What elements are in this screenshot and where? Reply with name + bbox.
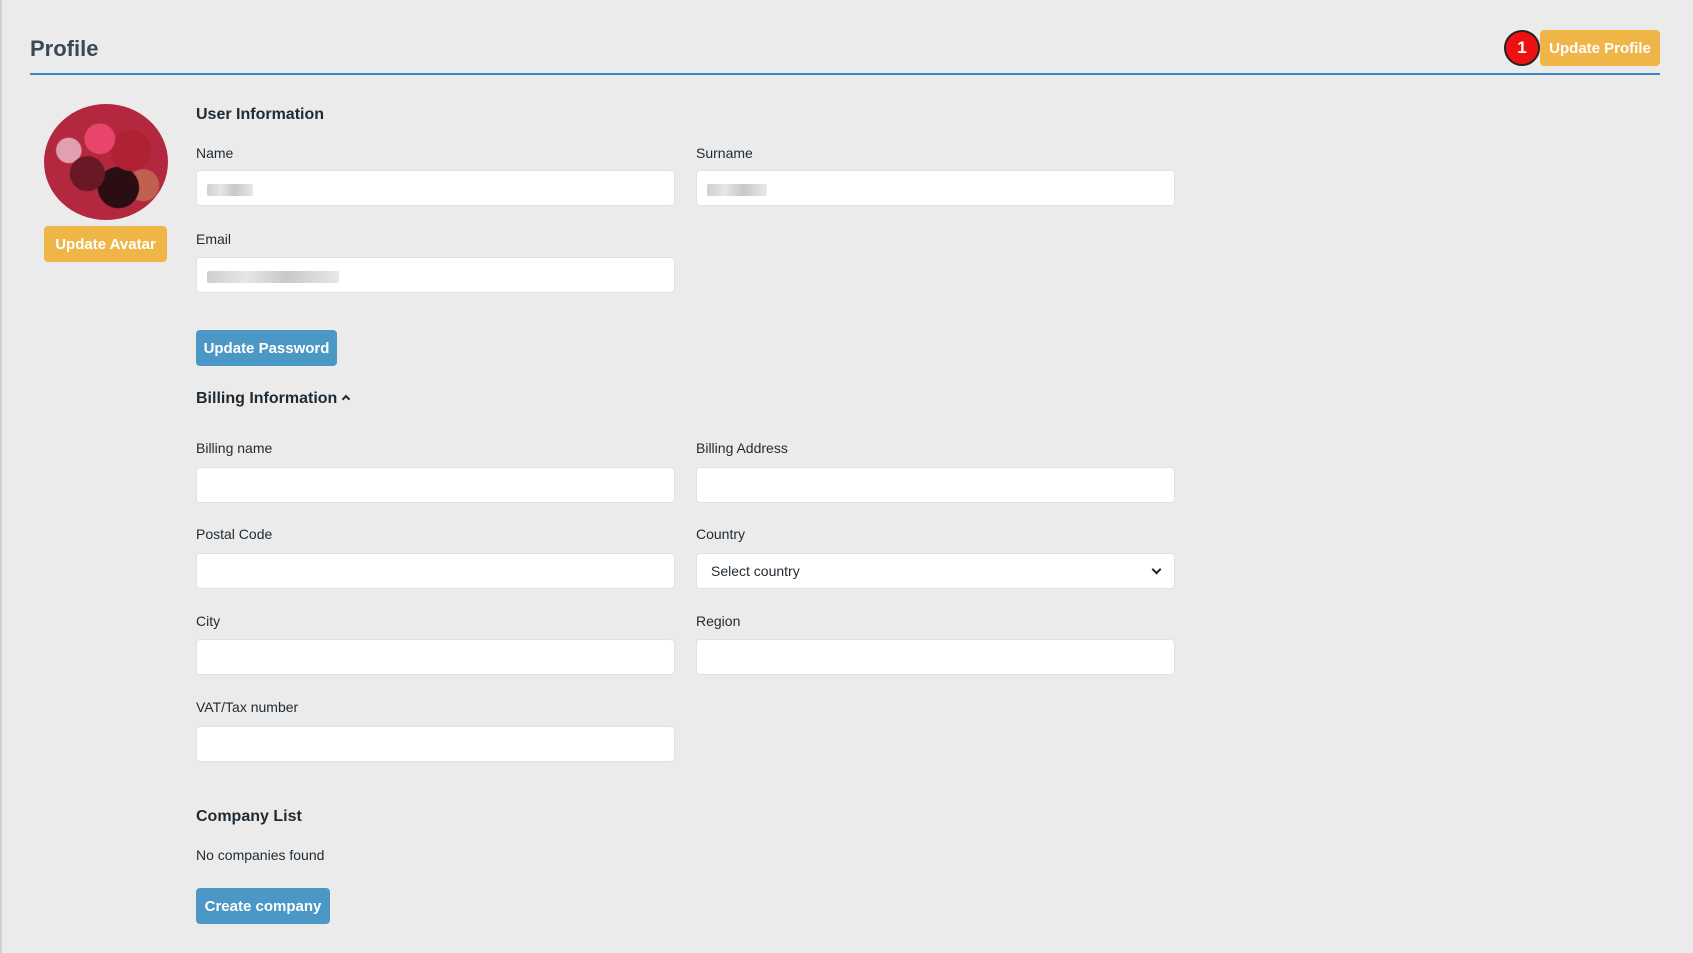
billing-information-heading: Billing Information bbox=[196, 390, 338, 407]
city-label: City bbox=[196, 613, 221, 629]
surname-value-redacted bbox=[707, 184, 767, 196]
company-list-heading: Company List bbox=[196, 808, 302, 825]
step-badge: 1 bbox=[1504, 30, 1540, 66]
name-field[interactable] bbox=[196, 170, 675, 206]
billing-name-label: Billing name bbox=[196, 440, 273, 456]
email-value-redacted bbox=[207, 271, 339, 283]
billing-address-label: Billing Address bbox=[696, 440, 788, 456]
profile-page: Profile 1 Update Profile Update Avatar U… bbox=[0, 0, 1693, 953]
city-field[interactable] bbox=[196, 639, 675, 675]
country-select[interactable]: Select country bbox=[696, 553, 1175, 589]
page-header: Profile 1 Update Profile bbox=[30, 28, 1660, 75]
avatar bbox=[44, 104, 168, 220]
region-field[interactable] bbox=[696, 639, 1175, 675]
surname-label: Surname bbox=[696, 145, 753, 161]
create-company-button[interactable]: Create company bbox=[196, 888, 330, 924]
update-profile-button[interactable]: Update Profile bbox=[1540, 30, 1660, 66]
name-label: Name bbox=[196, 145, 234, 161]
surname-field[interactable] bbox=[696, 170, 1175, 206]
email-field[interactable] bbox=[196, 257, 675, 293]
user-information-heading: User Information bbox=[196, 106, 325, 123]
chevron-down-icon bbox=[1151, 564, 1162, 574]
postal-code-label: Postal Code bbox=[196, 526, 273, 542]
billing-name-field[interactable] bbox=[196, 467, 675, 503]
page-title: Profile bbox=[30, 36, 99, 61]
region-label: Region bbox=[696, 613, 741, 629]
billing-address-field[interactable] bbox=[696, 467, 1175, 503]
vat-label: VAT/Tax number bbox=[196, 699, 299, 715]
no-companies-text: No companies found bbox=[196, 847, 325, 863]
update-avatar-button[interactable]: Update Avatar bbox=[44, 226, 167, 262]
vat-field[interactable] bbox=[196, 726, 675, 762]
email-label: Email bbox=[196, 231, 232, 247]
country-label: Country bbox=[696, 526, 746, 542]
chevron-up-icon bbox=[342, 394, 351, 404]
country-select-value: Select country bbox=[711, 563, 800, 579]
postal-code-field[interactable] bbox=[196, 553, 675, 589]
billing-information-toggle[interactable]: Billing Information bbox=[196, 390, 351, 408]
update-password-button[interactable]: Update Password bbox=[196, 330, 337, 366]
left-edge bbox=[0, 0, 2, 953]
name-value-redacted bbox=[207, 184, 253, 196]
